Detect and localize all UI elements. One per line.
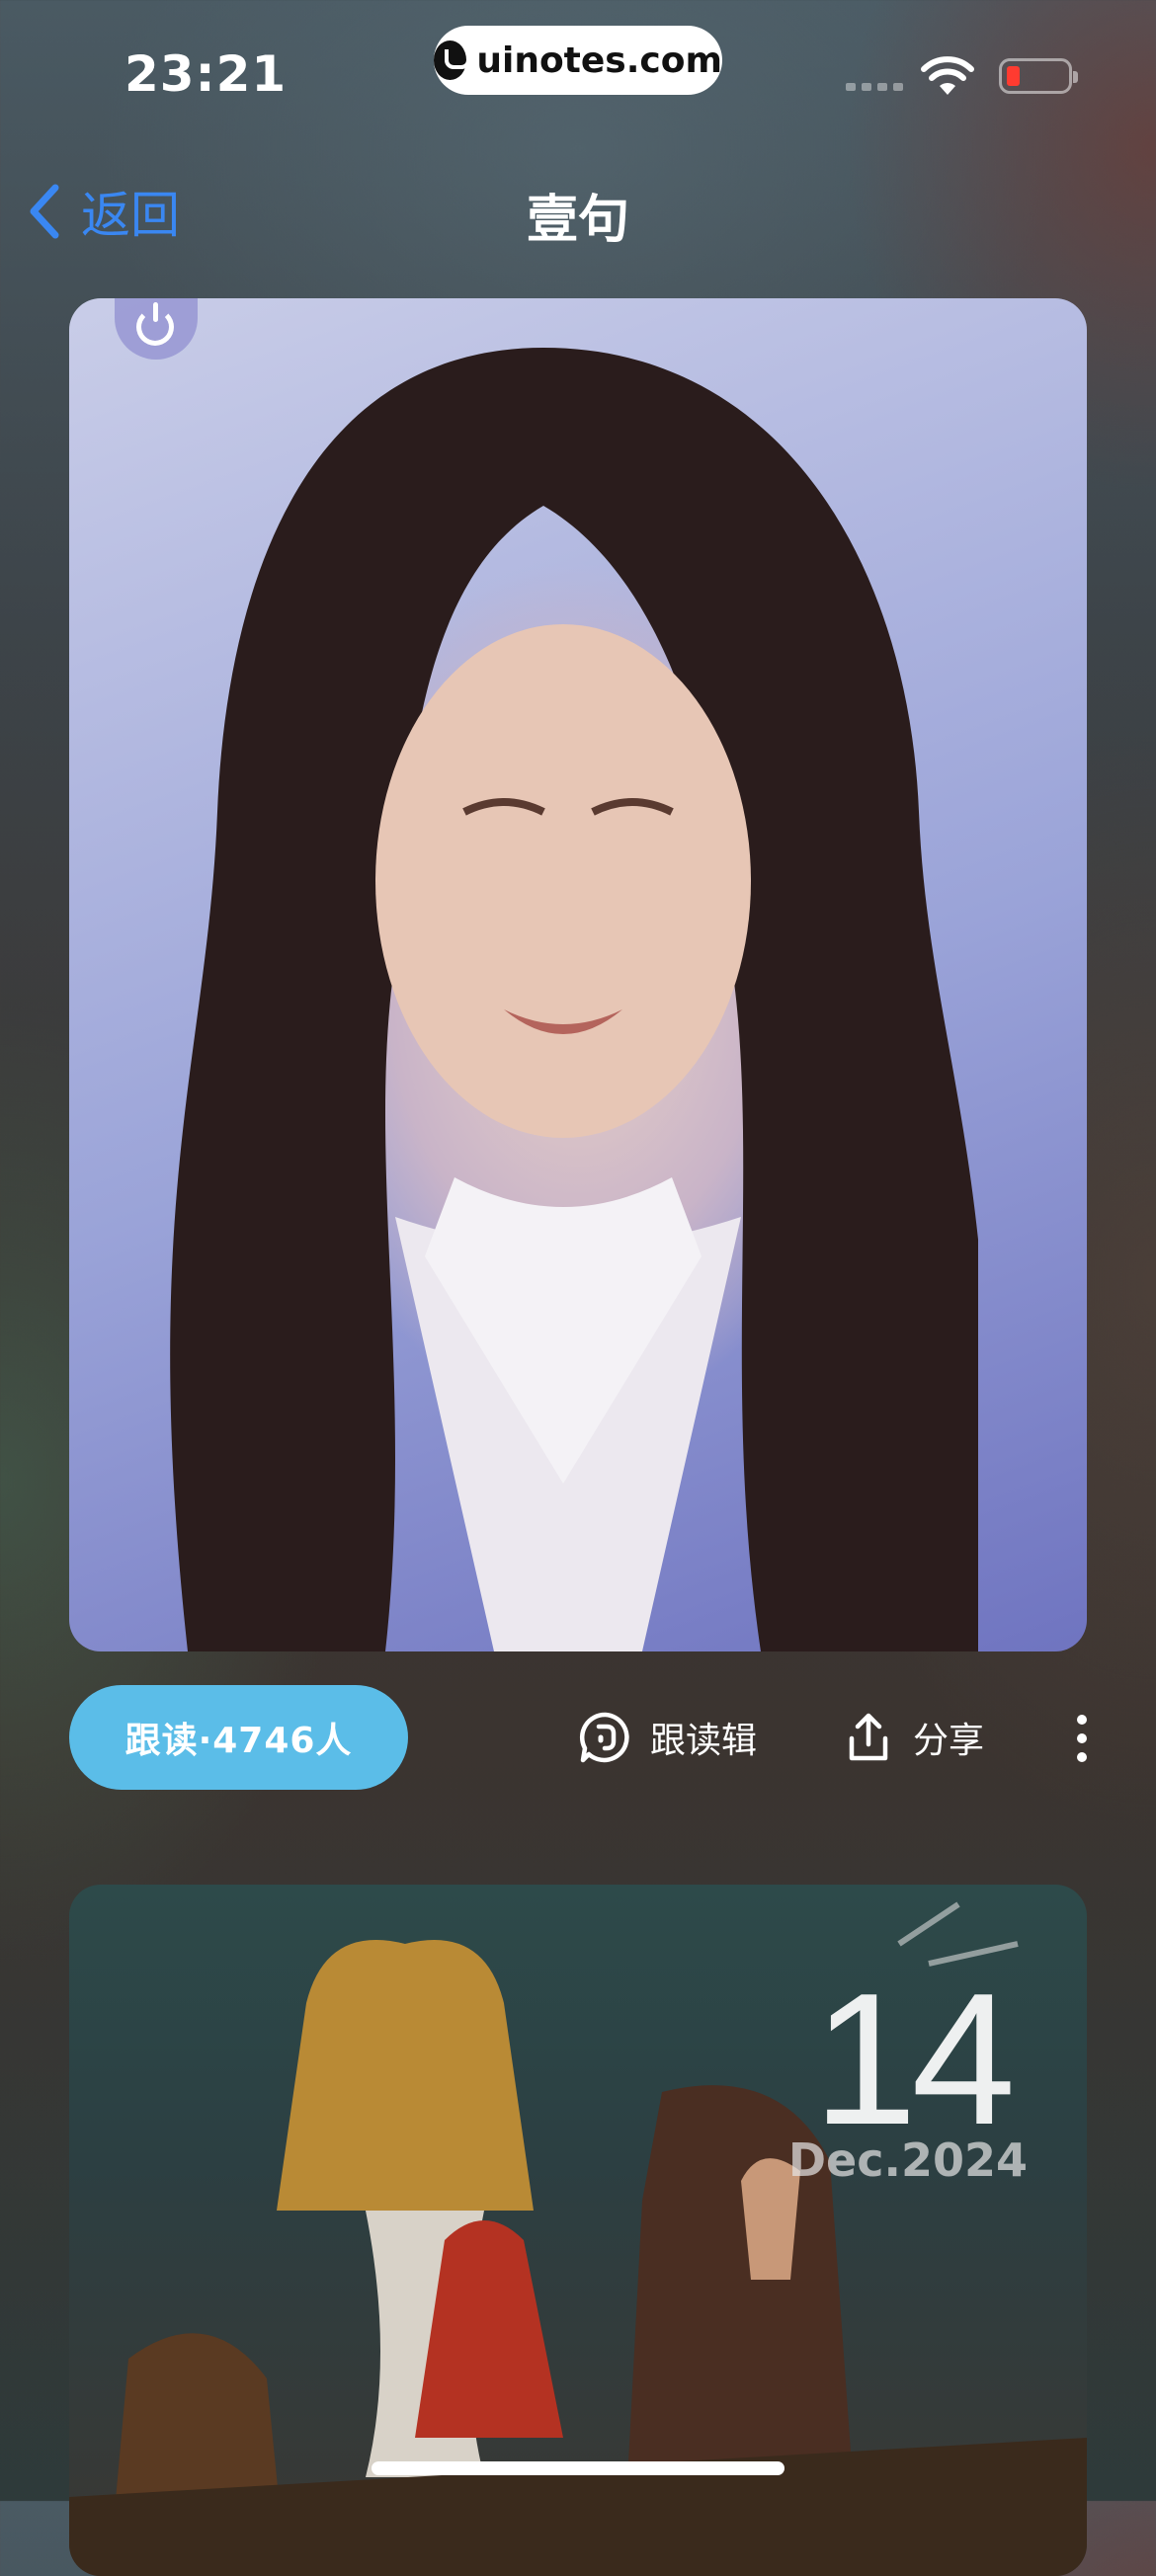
follow-read-button[interactable]: 跟读·4746人 [69,1685,408,1790]
cellular-signal-icon [846,83,903,91]
portrait-image [170,348,978,1651]
follow-edit-label: 跟读辑 [650,1721,758,1761]
url-pill: uinotes.com [434,26,722,95]
date-month-year: Dec.2024 [787,2133,1028,2187]
uinotes-logo-icon [434,40,471,80]
share-label: 分享 [913,1721,985,1761]
status-bar: 23:21 uinotes.com [0,0,1156,148]
share-button[interactable]: 分享 [842,1711,984,1764]
status-time: 23:21 [124,45,288,103]
follow-edit-icon [579,1712,629,1763]
more-options-icon[interactable] [1075,1715,1089,1762]
wifi-icon [921,56,974,95]
page-title: 壹句 [526,191,629,250]
action-bar: 跟读·4746人 跟读辑 分享 [0,1685,1156,1790]
share-icon [849,1713,888,1761]
home-indicator [372,2461,784,2475]
url-text: uinotes.com [476,40,722,81]
battery-icon [999,58,1078,94]
nav-bar: 返回 壹句 [0,158,1156,252]
follow-edit-button[interactable]: 跟读辑 [579,1711,757,1764]
portrait-card[interactable] [69,298,1087,1651]
